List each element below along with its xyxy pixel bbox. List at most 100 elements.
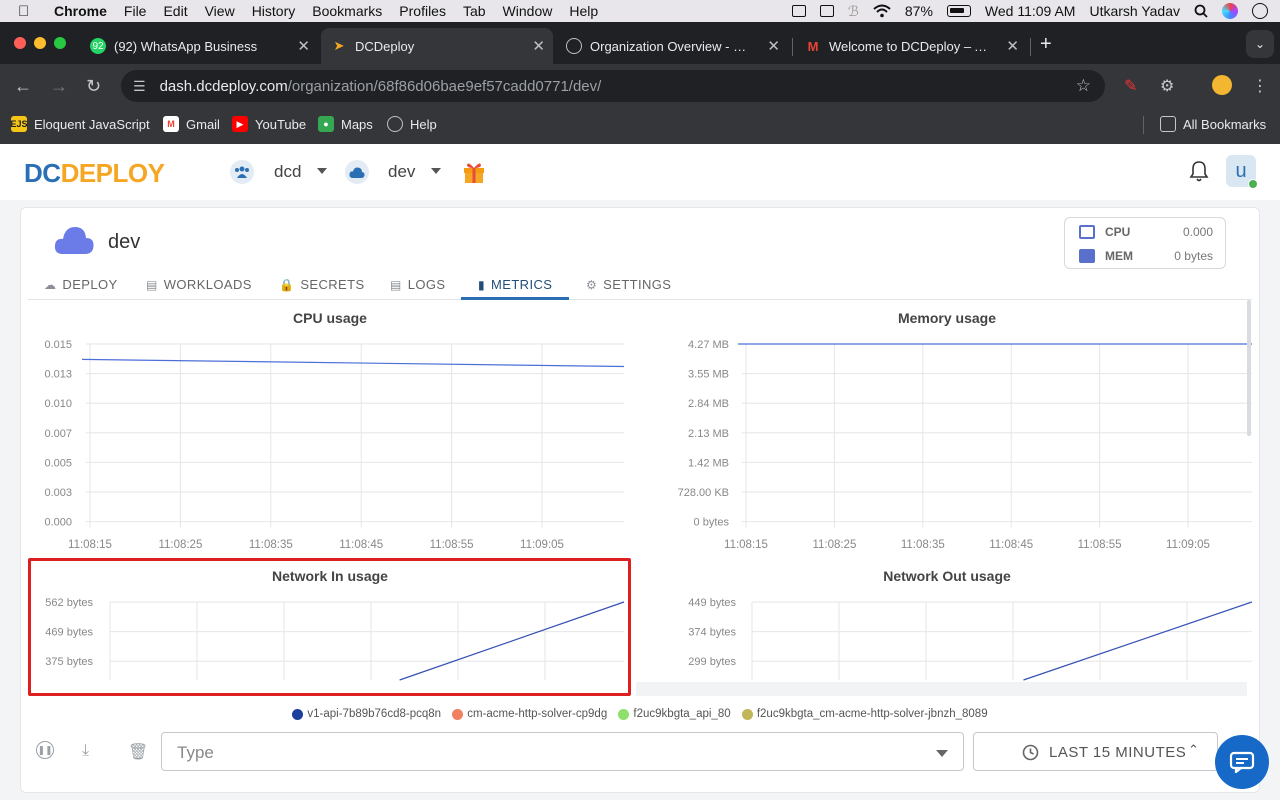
tab-whatsapp[interactable]: 92 (92) WhatsApp Business ✕ [80,28,318,64]
x-tick-label: 11:08:55 [1078,539,1122,551]
menu-view[interactable]: View [205,3,235,19]
address-bar[interactable]: ☰ dash.dcdeploy.com /organization/68f86d… [121,70,1105,102]
chrome-menu-icon[interactable]: ⋮ [1252,76,1268,96]
tab-welcome-email[interactable]: M Welcome to DCDeploy – Activ ✕ [795,28,1027,64]
keyboard-icon[interactable] [819,5,834,17]
back-button[interactable]: ← [14,76,32,97]
y-tick-label: 3.55 MB [688,369,729,381]
logo-deploy: DEPLOY [60,158,165,188]
tab-settings[interactable]: ⚙ SETTINGS [586,277,671,292]
url-host: dash.dcdeploy.com [159,77,288,95]
bar-chart-icon: ▮ [478,277,486,292]
legend-item[interactable]: v1-api-7b89b76cd8-pcq8n [292,708,441,720]
dcdeploy-logo[interactable]: DCDEPLOY [24,158,165,189]
env-dropdown-icon[interactable] [431,168,441,174]
x-tick-label: 11:08:45 [339,539,383,551]
menu-help[interactable]: Help [569,3,598,19]
minimize-window-button[interactable] [34,37,46,49]
extension-pen-icon[interactable]: ✎ [1124,76,1137,96]
screen-mirroring-icon[interactable] [791,5,806,17]
extensions-puzzle-icon[interactable]: ⚙ [1160,76,1174,96]
lock-icon: 🔒 [279,277,295,292]
tab-metrics[interactable]: ▮ METRICS [478,277,552,292]
bookmark-star-icon[interactable]: ☆ [1076,76,1091,96]
maximize-window-button[interactable] [54,37,66,49]
cpu-label: CPU [1105,225,1131,239]
tab-search-button[interactable]: ⌄ [1246,30,1274,58]
siri-icon[interactable] [1222,3,1238,19]
forward-button[interactable]: → [50,76,68,97]
user-name[interactable]: Utkarsh Yadav [1089,3,1180,19]
org-selector[interactable]: dcd [274,162,301,182]
notification-bell-icon[interactable] [1189,160,1209,182]
legend-item[interactable]: cm-acme-http-solver-cp9dg [452,708,607,720]
env-selector[interactable]: dev [388,162,415,182]
bookmark-eloquent-js[interactable]: EJS Eloquent JavaScript [11,116,150,132]
reload-button[interactable]: ↻ [86,76,101,97]
chat-icon [1229,751,1255,773]
new-tab-button[interactable]: + [1040,33,1052,56]
folder-icon [1160,116,1176,132]
menu-app-name[interactable]: Chrome [54,3,107,19]
menu-bookmarks[interactable]: Bookmarks [312,3,382,19]
y-tick-label: 0.015 [44,339,72,351]
tab-logs[interactable]: ▤ LOGS [390,277,445,292]
globe-icon [566,38,582,54]
spotlight-search-icon[interactable] [1194,4,1208,18]
menu-window[interactable]: Window [503,3,553,19]
wifi-icon[interactable] [873,4,891,18]
all-bookmarks[interactable]: All Bookmarks [1160,116,1266,132]
apple-icon[interactable]:  [18,3,38,20]
menu-tab[interactable]: Tab [463,3,486,19]
close-window-button[interactable] [14,37,26,49]
network-in-highlight-box [28,558,631,696]
chat-support-button[interactable] [1215,735,1269,789]
chart-legend: v1-api-7b89b76cd8-pcq8n cm-acme-http-sol… [0,708,1280,723]
menu-history[interactable]: History [252,3,296,19]
logo-dc: DC [24,158,61,188]
menu-edit[interactable]: Edit [163,3,187,19]
tab-secrets[interactable]: 🔒 SECRETS [279,277,365,292]
legend-swatch [292,708,304,720]
cloud-icon [345,160,369,184]
menu-profiles[interactable]: Profiles [399,3,446,19]
close-tab-icon[interactable]: ✕ [1006,37,1019,55]
cloud-upload-icon: ☁ [44,277,57,292]
profile-avatar-icon[interactable] [1212,75,1232,95]
series-line [1023,601,1253,681]
browser-tab-strip: 92 (92) WhatsApp Business ✕ ➤ DCDeploy ✕… [0,22,1280,64]
server-icon: ▤ [146,277,158,292]
clock-icon [1022,744,1039,761]
legend-item[interactable]: f2uc9kbgta_api_80 [618,708,731,720]
tab-workloads[interactable]: ▤ WORKLOADS [146,277,252,292]
control-center-icon[interactable] [1252,3,1268,19]
time-range-selector[interactable]: LAST 15 MINUTES ⌃ [973,732,1218,771]
bookmark-gmail[interactable]: M Gmail [163,116,220,132]
clock[interactable]: Wed 11:09 AM [985,3,1076,19]
bookmark-youtube[interactable]: ▶ YouTube [232,116,306,132]
legend-item[interactable]: f2uc9kbgta_cm-acme-http-solver-jbnzh_808… [741,708,988,720]
tab-deploy[interactable]: ☁ DEPLOY [44,277,118,292]
charts-scrollbar[interactable] [1247,300,1251,436]
close-tab-icon[interactable]: ✕ [297,37,310,55]
delete-icon[interactable]: 🗑 [128,742,148,762]
bluetooth-icon[interactable]: ℬ [848,3,859,20]
tab-dcdeploy[interactable]: ➤ DCDeploy ✕ [321,28,553,64]
gift-icon[interactable] [463,160,485,184]
pause-icon[interactable]: ❚❚ [36,741,54,759]
bookmark-maps[interactable]: ● Maps [318,116,373,132]
menu-file[interactable]: File [124,3,147,19]
tab-organization-overview[interactable]: Organization Overview - DCD ✕ [556,28,788,64]
close-tab-icon[interactable]: ✕ [532,37,545,55]
document-icon: ▤ [390,277,402,292]
site-info-icon[interactable]: ☰ [133,78,146,95]
bookmark-help[interactable]: Help [387,116,437,132]
browser-toolbar: ← → ↻ ☰ dash.dcdeploy.com /organization/… [0,64,1280,108]
download-icon[interactable]: ⤓ [82,742,89,760]
user-avatar[interactable]: u [1226,155,1258,189]
org-dropdown-icon[interactable] [317,168,327,174]
battery-icon[interactable] [946,5,971,17]
globe-icon [387,116,403,132]
type-select[interactable]: Type [161,732,964,771]
close-tab-icon[interactable]: ✕ [767,37,780,55]
